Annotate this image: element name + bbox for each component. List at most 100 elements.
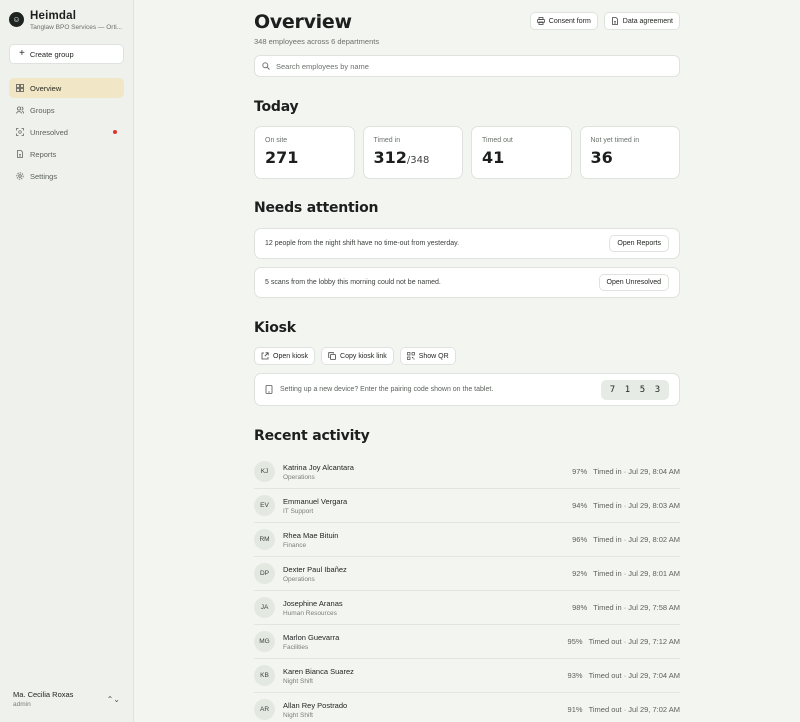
today-heading: Today xyxy=(254,99,299,115)
employee-name: Josephine Aranas xyxy=(283,598,343,608)
sidebar-item-label: Overview xyxy=(30,83,62,93)
logo-icon: ☺ xyxy=(9,12,24,27)
match-score: 94% xyxy=(572,501,588,510)
employee-name: Karen Bianca Suarez xyxy=(283,666,354,676)
document-icon xyxy=(611,17,618,25)
attention-item: 12 people from the night shift have no t… xyxy=(254,228,680,259)
sidebar-item-settings[interactable]: Settings xyxy=(9,166,124,186)
chevron-up-down-icon: ⌃⌄ xyxy=(106,694,120,704)
data-agreement-label: Data agreement xyxy=(622,17,673,25)
create-group-button[interactable]: + Create group xyxy=(9,44,124,64)
recent-activity-heading: Recent activity xyxy=(254,428,370,444)
employee-dept: Finance xyxy=(283,541,307,549)
activity-row[interactable]: AR Allan Rey Postrado Night Shift 91% Time… xyxy=(254,693,680,722)
file-icon xyxy=(16,150,24,158)
activity-row[interactable]: DP Dexter Paul Ibañez Operations 92% Timed… xyxy=(254,557,680,591)
avatar: JA xyxy=(254,597,275,618)
activity-row[interactable]: KB Karen Bianca Suarez Night Shift 93% Tim… xyxy=(254,659,680,693)
activity-row[interactable]: JA Josephine Aranas Human Resources 98% Ti… xyxy=(254,591,680,625)
sidebar-item-reports[interactable]: Reports xyxy=(9,144,124,164)
avatar: RM xyxy=(254,529,275,550)
match-score: 95% xyxy=(567,637,583,646)
open-kiosk-button[interactable]: Open kiosk xyxy=(254,347,316,365)
stat-value: 41 xyxy=(482,148,505,167)
activity-row[interactable]: EV Emmanuel Vergara IT Support 94% Timed i… xyxy=(254,489,680,523)
sidebar: ☺ Heimdal Tanglaw BPO Services — Orti...… xyxy=(0,0,134,722)
consent-form-button[interactable]: Consent form xyxy=(529,12,598,30)
search-icon xyxy=(262,62,270,70)
copy-kiosk-link-label: Copy kiosk link xyxy=(340,352,387,360)
employee-name: Marlon Guevarra xyxy=(283,632,340,642)
users-icon xyxy=(16,106,24,114)
sidebar-item-overview[interactable]: Overview xyxy=(9,78,124,98)
stat-label: Timed in xyxy=(373,137,401,144)
avatar: EV xyxy=(254,495,275,516)
sidebar-item-label: Unresolved xyxy=(30,127,68,137)
activity-status: Timed out · Jul 29, 7:04 AM xyxy=(588,671,680,680)
stats-row: On site 271 Timed in 312/348 Timed out 4… xyxy=(254,126,680,179)
open-unresolved-button[interactable]: Open Unresolved xyxy=(598,274,669,291)
main: Overview 348 employees across 6 departme… xyxy=(134,0,800,722)
brand-subtitle: Tanglaw BPO Services — Orti... xyxy=(30,24,123,31)
pairing-digit: 3 xyxy=(654,384,661,395)
avatar: KB xyxy=(254,665,275,686)
avatar: AR xyxy=(254,699,275,720)
activity-status: Timed out · Jul 29, 7:12 AM xyxy=(588,637,680,646)
sidebar-nav: Overview Groups Unresolved Reports Setti… xyxy=(0,78,133,186)
attention-text: 5 scans from the lobby this morning coul… xyxy=(265,279,441,286)
match-score: 98% xyxy=(572,603,588,612)
unresolved-badge xyxy=(113,130,117,134)
show-qr-button[interactable]: Show QR xyxy=(399,347,456,365)
pairing-digit: 5 xyxy=(639,384,646,395)
create-group-label: Create group xyxy=(29,49,74,59)
copy-icon xyxy=(328,352,336,360)
needs-attention-heading: Needs attention xyxy=(254,200,379,216)
search-bar xyxy=(254,55,680,77)
pairing-digit: 7 xyxy=(609,384,616,395)
employee-name: Rhea Mae Bituin xyxy=(283,530,339,540)
employee-dept: Operations xyxy=(283,473,315,481)
page-title: Overview xyxy=(254,11,352,33)
user-menu[interactable]: Ma. Cecilia Roxas admin ⌃⌄ xyxy=(13,690,120,708)
employee-name: Allan Rey Postrado xyxy=(283,700,348,710)
avatar: DP xyxy=(254,563,275,584)
user-name: Ma. Cecilia Roxas xyxy=(13,690,74,699)
stat-label: Not yet timed in xyxy=(590,137,640,144)
user-role: admin xyxy=(13,701,31,708)
brand-name: Heimdal xyxy=(30,10,77,22)
employee-dept: Night Shift xyxy=(283,677,313,685)
consent-form-label: Consent form xyxy=(548,17,591,25)
match-score: 93% xyxy=(567,671,583,680)
qr-code-icon xyxy=(406,352,415,360)
employee-name: Emmanuel Vergara xyxy=(283,496,348,506)
activity-row[interactable]: RM Rhea Mae Bituin Finance 96% Timed in · … xyxy=(254,523,680,557)
activity-status: Timed in · Jul 29, 8:01 AM xyxy=(593,569,680,578)
sidebar-item-groups[interactable]: Groups xyxy=(9,100,124,120)
page-subtitle: 348 employees across 6 departments xyxy=(254,37,380,46)
open-reports-button[interactable]: Open Reports xyxy=(609,235,669,252)
brand: ☺ Heimdal Tanglaw BPO Services — Orti... xyxy=(0,0,133,31)
activity-status: Timed out · Jul 29, 7:02 AM xyxy=(588,705,680,714)
avatar: KJ xyxy=(254,461,275,482)
pairing-text: Setting up a new device? Enter the pairi… xyxy=(280,386,494,393)
sidebar-item-unresolved[interactable]: Unresolved xyxy=(9,122,124,142)
sidebar-item-label: Reports xyxy=(30,149,57,159)
activity-row[interactable]: KJ Katrina Joy Alcantara Operations 97% Ti… xyxy=(254,455,680,489)
activity-status: Timed in · Jul 29, 8:03 AM xyxy=(593,501,680,510)
employee-dept: Facilities xyxy=(283,643,309,651)
match-score: 96% xyxy=(572,535,588,544)
data-agreement-button[interactable]: Data agreement xyxy=(603,12,680,30)
avatar: MG xyxy=(254,631,275,652)
copy-kiosk-link-button[interactable]: Copy kiosk link xyxy=(321,347,394,365)
stat-value: 36 xyxy=(590,148,613,167)
plus-icon: + xyxy=(19,48,25,59)
grid-icon xyxy=(16,84,24,92)
stat-not-yet-timed-in: Not yet timed in 36 xyxy=(579,126,680,179)
attention-item: 5 scans from the lobby this morning coul… xyxy=(254,267,680,298)
activity-row[interactable]: MG Marlon Guevarra Facilities 95% Timed ou… xyxy=(254,625,680,659)
open-kiosk-label: Open kiosk xyxy=(273,352,309,360)
match-score: 97% xyxy=(572,467,588,476)
gear-icon xyxy=(16,172,24,180)
tablet-icon xyxy=(265,385,273,394)
search-input[interactable] xyxy=(276,61,656,71)
